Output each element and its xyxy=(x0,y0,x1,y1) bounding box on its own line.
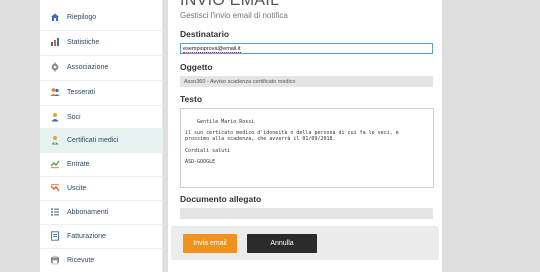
sidebar-item-label: Soci xyxy=(67,113,81,121)
attachment-field[interactable] xyxy=(180,208,433,219)
sidebar-item-label: Statistiche xyxy=(67,38,100,46)
settings-icon xyxy=(50,62,60,72)
page-title: INVIO EMAIL xyxy=(180,0,280,9)
sidebar-item-label: Abbonamenti xyxy=(67,208,109,216)
sidebar-item-label: Riepilogo xyxy=(67,13,97,21)
recipient-label: Destinatario xyxy=(180,29,230,39)
invoice-icon xyxy=(50,231,60,241)
sidebar-item-label: Fatturazione xyxy=(67,232,106,240)
sidebar-item-label: Tesserati xyxy=(67,88,96,96)
attachment-label: Documento allegato xyxy=(180,194,262,204)
sidebar: Riepilogo Statistiche Associazione Tesse… xyxy=(40,0,163,272)
house-icon xyxy=(50,12,60,22)
expense-icon xyxy=(50,183,60,193)
sidebar-item-associazione[interactable]: Associazione xyxy=(40,55,163,79)
body-text: Gentile Mario Rossi il suo certicato med… xyxy=(185,118,399,166)
sidebar-item-tesserati[interactable]: Tesserati xyxy=(40,80,163,104)
chart-icon xyxy=(50,37,60,47)
page-subtitle: Gestisci l'invio email di notifica xyxy=(180,11,288,20)
body-textarea[interactable]: Gentile Mario Rossi il suo certicato med… xyxy=(180,108,434,188)
action-bar: Invia email Annulla xyxy=(171,226,439,260)
sidebar-item-uscite[interactable]: Uscite xyxy=(40,176,163,200)
income-icon xyxy=(50,159,60,169)
sidebar-item-label: Uscite xyxy=(67,184,87,192)
sidebar-item-label: Ricevute xyxy=(67,256,95,264)
list-icon xyxy=(50,207,60,217)
users-icon xyxy=(50,87,60,97)
cancel-button[interactable]: Annulla xyxy=(247,234,317,253)
body-label: Testo xyxy=(180,94,203,104)
recipient-value: esempioprova@email.it xyxy=(183,46,241,53)
sidebar-item-fatturazione[interactable]: Fatturazione xyxy=(40,224,163,248)
sidebar-item-riepilogo[interactable]: Riepilogo xyxy=(40,5,163,29)
sidebar-item-label: Entrate xyxy=(67,160,90,168)
sidebar-item-soci[interactable]: Soci xyxy=(40,105,163,129)
sidebar-item-abbonamenti[interactable]: Abbonamenti xyxy=(40,200,163,224)
person-icon xyxy=(50,112,60,122)
sidebar-item-certificati-medici[interactable]: Certificati medici xyxy=(40,128,163,152)
subject-field: Asso360 - Avviso scadenza certificato me… xyxy=(180,76,433,87)
doctor-icon xyxy=(50,135,60,145)
sidebar-item-label: Associazione xyxy=(67,63,109,71)
subject-label: Oggetto xyxy=(180,62,213,72)
sidebar-item-statistiche[interactable]: Statistiche xyxy=(40,30,163,54)
send-email-button[interactable]: Invia email xyxy=(183,234,237,253)
email-panel: INVIO EMAIL Gestisci l'invio email di no… xyxy=(168,0,442,272)
sidebar-item-entrate[interactable]: Entrate xyxy=(40,152,163,176)
receipt-icon xyxy=(50,255,60,265)
recipient-input[interactable]: esempioprova@email.it xyxy=(180,43,433,54)
resize-handle-icon[interactable] xyxy=(427,181,432,186)
sidebar-item-ricevute[interactable]: Ricevute xyxy=(40,248,163,272)
sidebar-item-label: Certificati medici xyxy=(67,136,119,144)
